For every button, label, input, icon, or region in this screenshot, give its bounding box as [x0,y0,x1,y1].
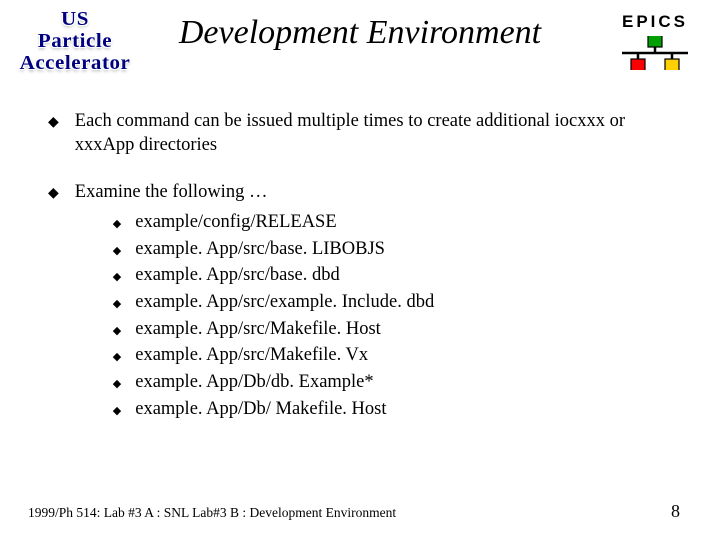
bullet-marker-icon: ◆ [113,404,121,418]
bullet-body: Examine the following … ◆ example/config/R… [75,181,434,424]
slide-footer: 1999/Ph 514: Lab #3 A : SNL Lab#3 B : De… [0,501,720,522]
logo-line-2: Particle [17,30,133,52]
sub-list: ◆ example/config/RELEASE ◆ example. App/src… [75,211,434,421]
main-bullet: ◆ Each command can be issued multiple tim… [48,110,680,157]
sub-bullet-text: example. App/Db/db. Example* [135,371,373,395]
bullet-marker-icon: ◆ [113,377,121,391]
bullet-text: Examine the following … [75,181,434,205]
bullet-text: Each command can be issued multiple time… [75,110,680,157]
logo-line-1: US [17,8,133,30]
slide-header: US Particle Accelerator Development Envi… [0,0,720,90]
sub-bullet: ◆ example. App/src/example. Include. dbd [113,291,434,315]
sub-bullet: ◆ example. App/src/base. LIBOBJS [113,238,434,262]
bullet-marker-icon: ◆ [113,217,121,231]
sub-bullet-text: example. App/src/base. dbd [135,264,339,288]
sub-bullet-text: example. App/Db/ Makefile. Host [135,398,386,422]
sub-bullet: ◆ example. App/Db/db. Example* [113,371,434,395]
sub-bullet-text: example/config/RELEASE [135,211,336,235]
page-number: 8 [671,501,680,522]
sub-bullet-text: example. App/src/Makefile. Host [135,318,381,342]
sub-bullet-text: example. App/src/example. Include. dbd [135,291,434,315]
slide-title: Development Environment [179,14,541,52]
epics-label: EPICS [612,12,698,32]
main-bullet: ◆ Examine the following … ◆ example/config/… [48,181,680,424]
sub-bullet-text: example. App/src/base. LIBOBJS [135,238,385,262]
bullet-marker-icon: ◆ [48,185,59,203]
sub-bullet: ◆ example. App/src/base. dbd [113,264,434,288]
bullet-marker-icon: ◆ [48,114,59,132]
epics-block: EPICS [612,12,698,75]
sub-bullet: ◆ example. App/src/Makefile. Vx [113,344,434,368]
sub-bullet: ◆ example. App/src/Makefile. Host [113,318,434,342]
sub-bullet: ◆ example/config/RELEASE [113,211,434,235]
logo-line-3: Accelerator [17,52,133,74]
bullet-marker-icon: ◆ [113,270,121,284]
bullet-marker-icon: ◆ [113,297,121,311]
sub-bullet: ◆ example. App/Db/ Makefile. Host [113,398,434,422]
left-logo: US Particle Accelerator [20,8,130,74]
slide-content: ◆ Each command can be issued multiple tim… [0,90,720,424]
bullet-marker-icon: ◆ [113,350,121,364]
sub-bullet-text: example. App/src/Makefile. Vx [135,344,368,368]
epics-logo-icon [622,36,688,75]
bullet-marker-icon: ◆ [113,244,121,258]
bullet-marker-icon: ◆ [113,324,121,338]
footer-left: 1999/Ph 514: Lab #3 A : SNL Lab#3 B : De… [28,505,396,521]
bullet-body: Each command can be issued multiple time… [75,110,680,157]
